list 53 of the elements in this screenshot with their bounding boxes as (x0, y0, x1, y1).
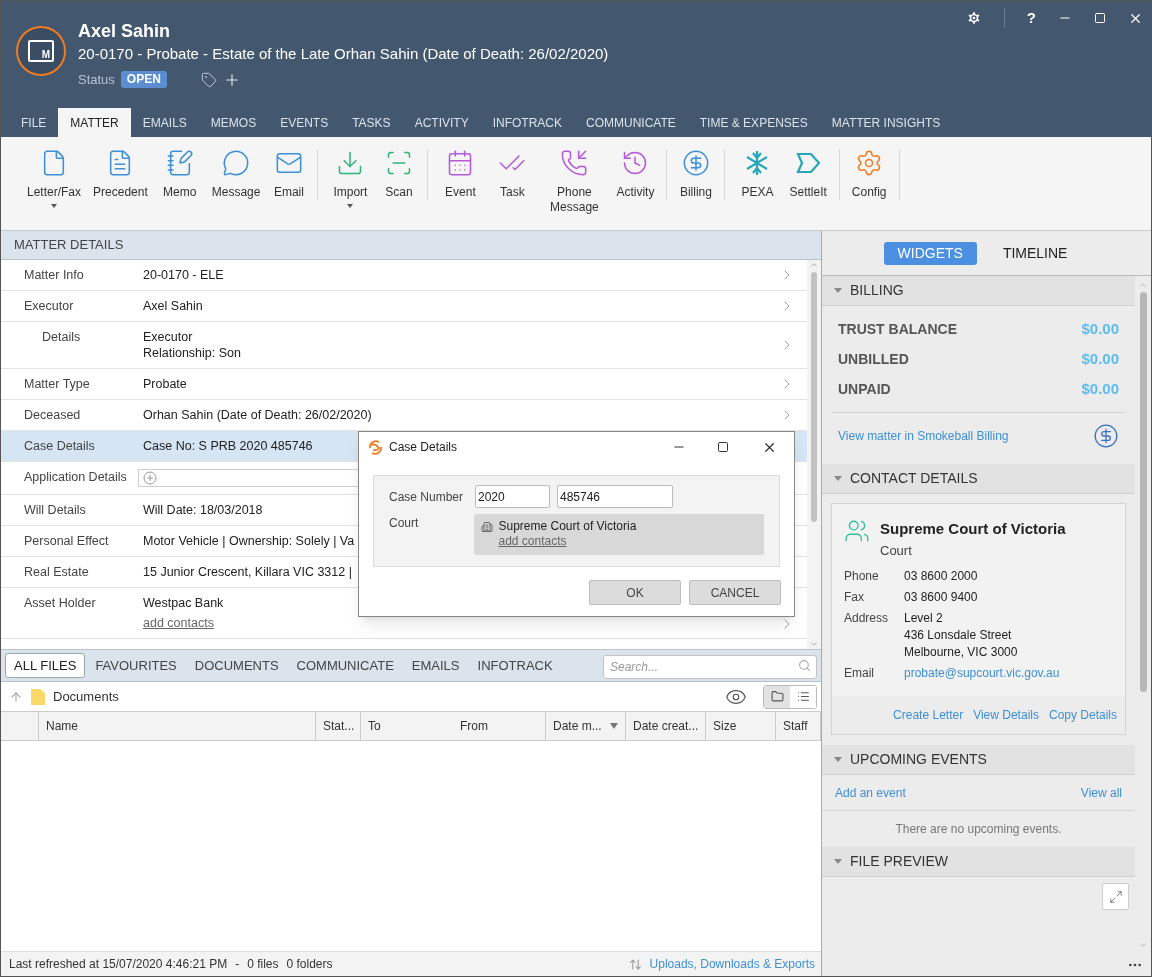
detail-label: Details (42, 329, 81, 345)
dialog-title: Case Details (389, 439, 459, 456)
contact-field-value: Melbourne, VIC 3000 (904, 644, 1018, 661)
contact-field-label: Email (844, 665, 875, 682)
contact-name: Supreme Court of Victoria (880, 519, 1066, 539)
detail-value: Westpac Bank (143, 595, 224, 611)
contact-field-value: 03 8600 2000 (904, 568, 978, 585)
detail-value: 20-0170 - ELE (143, 267, 224, 283)
billing-amount: $0.00 (1081, 318, 1119, 339)
contact-field-label: Fax (844, 589, 865, 606)
separator-dash: - (235, 956, 240, 973)
detail-label: Will Details (24, 502, 86, 518)
detail-label: Real Estate (24, 564, 89, 580)
status-label: Status (78, 71, 115, 89)
detail-label: Matter Info (24, 267, 84, 283)
contact-type: Court (880, 541, 913, 560)
billing-amount: $0.00 (1081, 348, 1119, 369)
detail-label: Executor (24, 298, 74, 314)
detail-label: Case Details (24, 438, 95, 454)
detail-value: Executor (143, 329, 193, 345)
billing-label: UNPAID (838, 379, 891, 399)
court-name: Supreme Court of Victoria (498, 519, 637, 534)
billing-label: UNBILLED (838, 349, 909, 369)
detail-value: Axel Sahin (143, 298, 203, 314)
contact-field-label: Phone (844, 568, 880, 585)
matter-logo-icon: M (16, 26, 66, 76)
detail-value: Probate (143, 376, 187, 392)
detail-value: Relationship: Son (143, 345, 241, 361)
detail-label: Deceased (24, 407, 81, 423)
detail-value: Will Date: 18/03/2018 (143, 502, 263, 518)
detail-label: Matter Type (24, 376, 90, 392)
contact-field-label: Address (844, 610, 890, 627)
detail-value: Case No: S PRB 2020 485746 (143, 438, 313, 454)
detail-label: Asset Holder (24, 595, 96, 611)
detail-value: Orhan Sahin (Date of Death: 26/02/2020) (143, 407, 372, 423)
detail-value: 15 Junior Crescent, Killara VIC 3312 | (143, 564, 352, 580)
field-label: Court (389, 515, 420, 532)
detail-label: Application Details (24, 469, 127, 485)
client-name: Axel Sahin (78, 20, 172, 43)
detail-value: Motor Vehicle | Ownership: Solely | Va (143, 533, 355, 549)
matter-title: 20-0170 - Probate - Estate of the Late Orhan Sahin (Date of Death: 26/02/2020) (78, 44, 609, 64)
panel-header: MATTER DETAILS (1, 231, 821, 260)
field-label: Case Number (389, 488, 465, 506)
contact-field-value: 436 Lonsdale Street (904, 627, 1013, 644)
folder-count: 0 folders (286, 956, 333, 973)
detail-label: Personal Effect (24, 533, 109, 549)
contact-field-value: Level 2 (904, 610, 944, 627)
file-count: 0 files (247, 956, 279, 973)
billing-amount: $0.00 (1081, 378, 1119, 399)
billing-label: TRUST BALANCE (838, 319, 957, 339)
contact-field-value: 03 8600 9400 (904, 589, 978, 606)
refresh-time: Last refreshed at 15/07/2020 4:46:21 PM (9, 956, 228, 973)
empty-events-message: There are no upcoming events. (895, 821, 1062, 838)
